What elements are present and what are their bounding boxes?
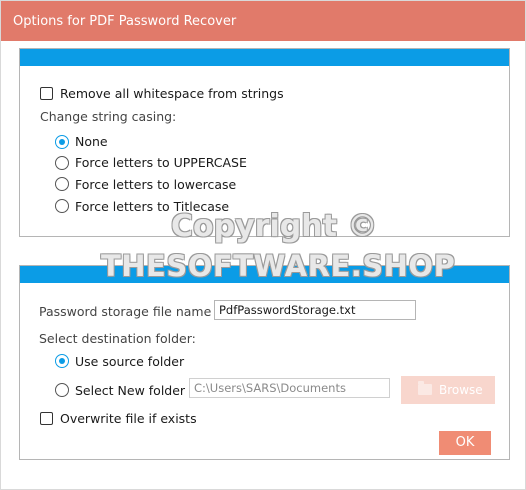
select-new-folder-radio[interactable] xyxy=(55,383,69,397)
casing-none-label[interactable]: None xyxy=(75,134,108,149)
panel-header-bar xyxy=(20,49,509,66)
ok-button[interactable]: OK xyxy=(439,431,491,455)
panel-header-bar xyxy=(20,266,509,283)
use-source-folder-label[interactable]: Use source folder xyxy=(75,354,184,369)
casing-lowercase-label[interactable]: Force letters to lowercase xyxy=(75,177,236,192)
casing-titlecase-label[interactable]: Force letters to Titlecase xyxy=(75,199,229,214)
browse-label: Browse xyxy=(439,383,483,397)
destination-label: Select destination folder: xyxy=(39,331,196,346)
casing-uppercase-radio[interactable] xyxy=(55,156,69,170)
casing-lowercase-radio[interactable] xyxy=(55,177,69,191)
casing-titlecase-radio[interactable] xyxy=(55,199,69,213)
folder-path-input[interactable]: C:\Users\SARS\Documents xyxy=(189,378,390,398)
file-name-label: Password storage file name xyxy=(39,304,212,319)
overwrite-checkbox[interactable] xyxy=(40,412,53,425)
overwrite-label[interactable]: Overwrite file if exists xyxy=(60,411,197,426)
casing-label: Change string casing: xyxy=(40,109,177,124)
options-dialog: Options for PDF Password Recover Remove … xyxy=(0,0,526,490)
browse-button[interactable]: Browse xyxy=(401,376,495,404)
remove-whitespace-checkbox[interactable] xyxy=(40,87,53,100)
title-bar: Options for PDF Password Recover xyxy=(1,1,525,41)
casing-none-radio[interactable] xyxy=(55,135,69,149)
use-source-folder-radio[interactable] xyxy=(55,354,69,368)
file-name-input[interactable]: PdfPasswordStorage.txt xyxy=(214,300,416,320)
remove-whitespace-label[interactable]: Remove all whitespace from strings xyxy=(60,86,284,101)
folder-icon xyxy=(418,381,432,395)
window-title: Options for PDF Password Recover xyxy=(13,14,237,29)
casing-uppercase-label[interactable]: Force letters to UPPERCASE xyxy=(75,155,247,170)
select-new-folder-label[interactable]: Select New folder xyxy=(75,383,185,398)
